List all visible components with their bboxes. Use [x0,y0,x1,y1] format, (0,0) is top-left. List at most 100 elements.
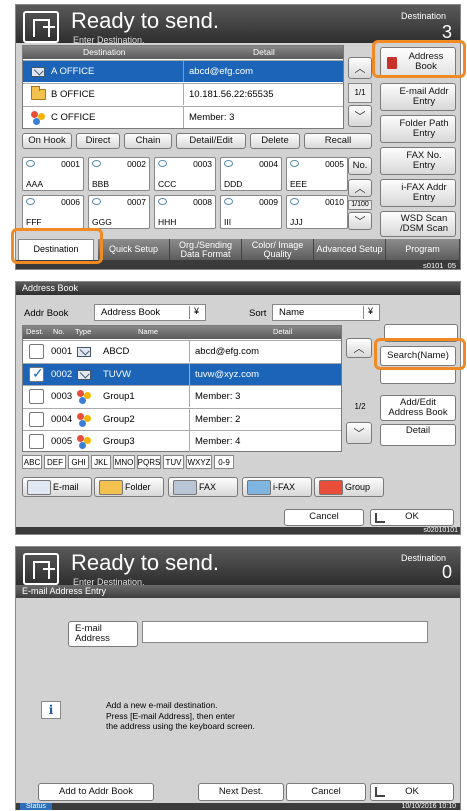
add-edit-address-book-button[interactable]: Add/Edit Address Book [380,395,456,421]
direct-button[interactable]: Direct [76,133,120,149]
delete-button[interactable]: Delete [250,133,300,149]
checkbox[interactable] [29,344,44,359]
group-icon [77,412,93,427]
row-name: Group1 [103,391,135,402]
address-row[interactable]: 0005 Group3 Member: 4 [23,430,341,452]
destination-row[interactable]: A OFFICE abcd@efg.com [23,60,343,82]
home-icon[interactable] [23,553,59,585]
checkbox[interactable] [29,389,44,404]
one-touch-key[interactable]: 0003 CCC [154,157,216,191]
scroll-up-button[interactable]: ︿ [348,57,372,79]
email-addr-entry-button[interactable]: E-mail Addr Entry [380,83,456,111]
header-dest: Dest. [26,327,44,336]
highlight-destination-tab [11,228,103,264]
add-to-addr-book-button[interactable]: Add to Addr Book [38,783,154,801]
key-label: DDD [224,179,243,189]
email-icon [27,480,51,495]
email-address-button[interactable]: E-mail Address [68,621,138,647]
cancel-button[interactable]: Cancel [284,509,364,526]
on-hook-button[interactable]: On Hook [22,133,72,149]
address-list: Dest. No. Type Name Detail 0001 ABCD abcd@… [22,325,342,452]
key-number: 0010 [325,197,344,207]
one-touch-key[interactable]: 0002 BBB [88,157,150,191]
one-touch-key[interactable]: 0001 AAA [22,157,84,191]
sort-select[interactable]: Name ¥ [272,304,380,321]
folder-entry-label: Folder Path Entry [399,117,449,139]
folder-path-entry-button[interactable]: Folder Path Entry [380,115,456,143]
address-row[interactable]: 0003 Group1 Member: 3 [23,385,341,407]
info-message: Add a new e-mail destination. Press [E-m… [106,700,255,732]
destination-row[interactable]: C OFFICE Member: 3 [23,106,343,128]
key-number: 0002 [127,159,146,169]
partial-button[interactable] [380,368,456,384]
ok-button[interactable]: OK [370,509,454,526]
index-key[interactable]: PQRS [137,455,161,469]
index-key[interactable]: WXYZ [186,455,212,469]
checkbox-checked[interactable]: ✓ [29,365,44,382]
fax-no-entry-button[interactable]: FAX No. Entry [380,147,456,175]
wsd-scan-button[interactable]: WSD Scan /DSM Scan [380,211,456,237]
row-detail: Member: 4 [195,436,241,447]
home-icon[interactable] [23,11,59,43]
tab-program[interactable]: Program [386,239,460,261]
screen-code: s02010101 [423,527,458,534]
key-label: EEE [290,179,308,189]
address-row[interactable]: 0001 ABCD abcd@efg.com [23,340,341,362]
fax-type-button[interactable]: FAX [168,477,238,497]
key-number: 0004 [259,159,278,169]
index-key[interactable]: JKL [91,455,111,469]
one-touch-key[interactable]: 0010 JJJ [286,195,348,229]
key-type-icon [92,198,101,205]
address-row[interactable]: 0004 Group2 Member: 2 [23,407,341,430]
checkbox[interactable] [29,411,44,427]
scroll-down-button[interactable]: ﹀ [348,105,372,127]
ifax-type-button[interactable]: i-FAX [242,477,312,497]
one-touch-key[interactable]: 0009 III [220,195,282,229]
page-indicator: 1/1 [348,83,372,103]
key-scroll-up-button[interactable]: ︿ [348,179,372,197]
ok-button[interactable]: OK [370,783,454,801]
detail-edit-button[interactable]: Detail/Edit [176,133,246,149]
key-scroll-down-button[interactable]: ﹀ [348,212,372,230]
index-key[interactable]: 0-9 [214,455,234,469]
fax-entry-label: FAX No. Entry [406,149,442,171]
recall-button[interactable]: Recall [304,133,372,149]
index-key[interactable]: ABC [22,455,42,469]
group-type-button[interactable]: Group [314,477,384,497]
tab-color-quality[interactable]: Color/ Image Quality [242,239,314,261]
email-type-button[interactable]: E-mail [22,477,92,497]
tab-quick-setup[interactable]: Quick Setup [98,239,170,261]
destination-row[interactable]: B OFFICE 10.181.56.22:65535 [23,83,343,105]
email-address-field[interactable] [142,621,428,643]
index-key[interactable]: DEF [44,455,66,469]
row-name: C OFFICE [51,112,96,123]
one-touch-key[interactable]: 0007 GGG [88,195,150,229]
ifax-addr-entry-button[interactable]: i-FAX Addr Entry [380,179,456,207]
chain-button[interactable]: Chain [124,133,172,149]
index-key[interactable]: TUV [163,455,184,469]
one-touch-key[interactable]: 0008 HHH [154,195,216,229]
folder-type-button[interactable]: Folder [94,477,164,497]
header-type: Type [75,327,92,336]
one-touch-key[interactable]: 0004 DDD [220,157,282,191]
detail-button[interactable]: Detail [380,424,456,446]
status-button[interactable]: Status [20,803,52,810]
addr-book-select[interactable]: Address Book ¥ [94,304,206,321]
tab-org-sending[interactable]: Org./Sending Data Format [170,239,242,261]
key-type-icon [224,160,233,167]
address-row[interactable]: ✓ 0002 TUVW tuvw@xyz.com [23,362,341,385]
tab-advanced-setup[interactable]: Advanced Setup [314,239,386,261]
type-label: i-FAX [273,482,296,492]
index-key[interactable]: GHI [68,455,89,469]
cancel-button[interactable]: Cancel [286,783,366,801]
index-key[interactable]: MNO [113,455,135,469]
checkbox[interactable] [29,434,44,449]
scroll-down-button[interactable]: ﹀ [346,422,372,444]
one-touch-key[interactable]: 0005 EEE [286,157,348,191]
number-button[interactable]: No. [348,157,372,175]
chevron-down-icon: ¥ [189,306,203,319]
next-dest-button[interactable]: Next Dest. [198,783,284,801]
scroll-up-button[interactable]: ︿ [346,338,372,358]
one-touch-key[interactable]: 0006 FFF [22,195,84,229]
folder-icon [99,480,123,495]
